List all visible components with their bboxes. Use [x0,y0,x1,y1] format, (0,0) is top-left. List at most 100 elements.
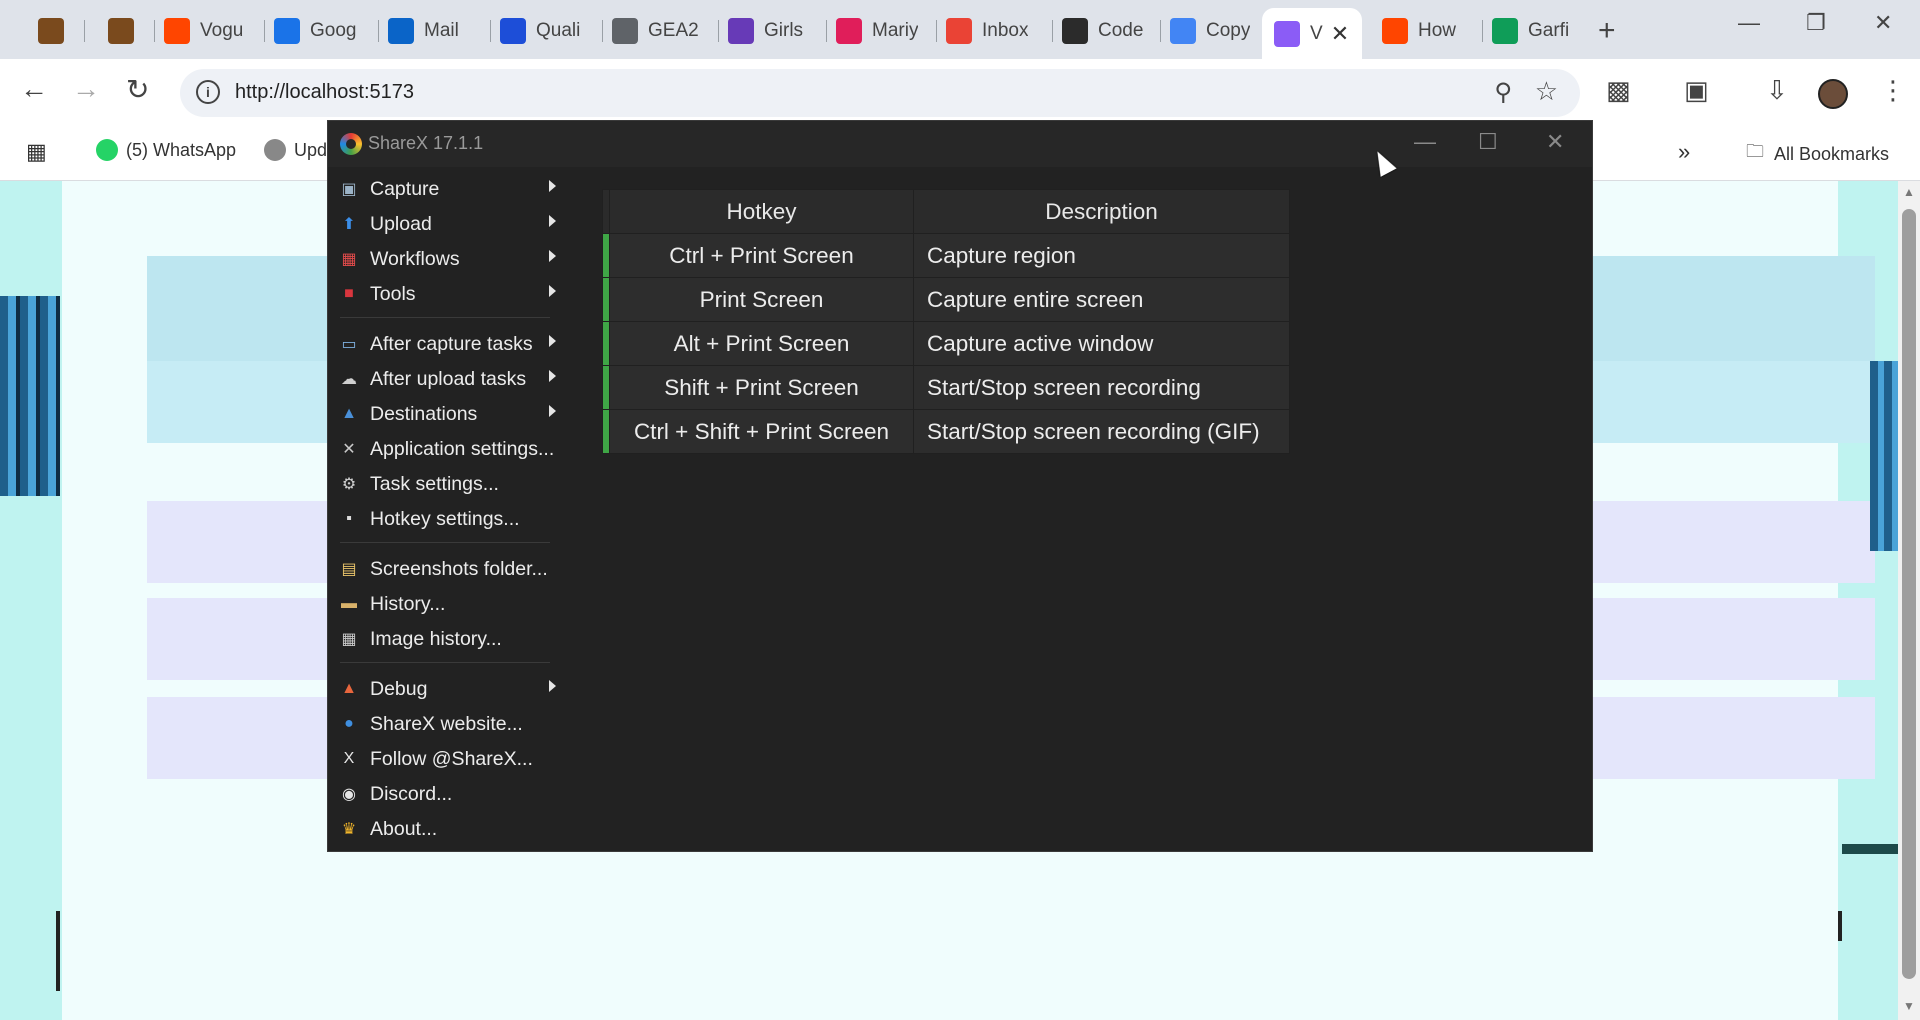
column-header-hotkey[interactable]: Hotkey [609,189,914,234]
close-window-button[interactable]: ✕ [1874,10,1892,36]
zoom-icon[interactable]: ⚲ [1494,78,1512,107]
globe-icon [612,18,638,44]
reload-button[interactable]: ↻ [126,73,149,106]
hotkey-row[interactable]: Shift + Print Screen Start/Stop screen re… [602,365,1290,410]
all-bookmarks-label: All Bookmarks [1774,143,1890,164]
browser-tab[interactable]: Garfi [1480,10,1590,52]
browser-tab[interactable]: Mariy [824,10,934,52]
menu-item-image-history[interactable]: ▦ Image history... [338,622,568,656]
minimize-window-button[interactable]: — [1738,10,1760,36]
browser-tab[interactable]: V ✕ [1262,8,1362,59]
description-cell[interactable]: Capture active window [913,321,1290,366]
tab-search-icon[interactable]: ▣ [1684,75,1709,106]
hotkey-cell[interactable]: Ctrl + Shift + Print Screen [609,409,914,454]
forward-button[interactable]: → [72,73,100,105]
description-cell[interactable]: Start/Stop screen recording [913,365,1290,410]
menu-item-label: Destinations [370,402,478,425]
menu-item-history[interactable]: ▬ History... [338,587,568,621]
menu-item-follow-sharex[interactable]: X Follow @ShareX... [338,742,568,776]
browser-tab[interactable]: Code [1050,10,1158,52]
globe-icon: ● [344,715,354,732]
menu-item-sharex-website[interactable]: ● ShareX website... [338,707,568,741]
restore-window-button[interactable]: ❐ [1806,10,1826,36]
extensions-icon[interactable]: ▩ [1606,75,1631,106]
browser-tab[interactable]: Girls [716,10,824,52]
menu-item-after-upload-tasks[interactable]: ☁ After upload tasks [338,362,568,396]
gmail-icon [946,18,972,44]
browser-tab[interactable]: Mail [376,10,488,52]
menu-item-about[interactable]: ♛ About... [338,812,568,846]
hotkey-cell[interactable]: Ctrl + Print Screen [609,233,914,278]
downloads-icon[interactable]: ⇩ [1766,75,1788,106]
scroll-up-icon[interactable]: ▲ [1903,185,1915,199]
pixel-art-decoration [0,296,60,496]
bookmark-apple[interactable]: Upd [264,139,327,161]
browser-tab[interactable] [96,10,152,52]
tab-title: Goog [310,20,357,41]
folder-icon: ▤ [341,561,357,578]
reddit-icon [1382,18,1408,44]
sharex-title-bar[interactable]: ShareX 17.1.1 — ☐ ✕ [328,121,1592,167]
menu-item-upload[interactable]: ⬆ Upload [338,207,568,241]
menu-item-destinations[interactable]: ▲ Destinations [338,397,568,431]
pixel-art-decoration [1842,844,1898,854]
menu-item-application-settings[interactable]: ✕ Application settings... [338,432,568,466]
description-cell[interactable]: Start/Stop screen recording (GIF) [913,409,1290,454]
description-cell[interactable]: Capture region [913,233,1290,278]
address-bar[interactable]: i http://localhost:5173 ⚲ ☆ [180,69,1580,117]
sharex-minimize-button[interactable]: — [1414,129,1436,155]
workflows-grid-icon: ▦ [341,251,357,268]
history-icon: ▬ [341,595,357,612]
browser-tab[interactable]: Copy [1158,10,1268,52]
bookmark-star-icon[interactable]: ☆ [1535,76,1558,107]
menu-item-discord[interactable]: ◉ Discord... [338,777,568,811]
new-tab-button[interactable]: + [1598,14,1616,48]
menu-item-screenshots-folder[interactable]: ▤ Screenshots folder... [338,552,568,586]
browser-tab[interactable]: Inbox [934,10,1050,52]
tab-title: Vogu [200,20,244,41]
browser-tab[interactable]: How [1370,10,1480,52]
sharex-close-button[interactable]: ✕ [1546,129,1564,155]
url-text[interactable]: http://localhost:5173 [235,81,414,104]
close-tab-icon[interactable]: ✕ [1331,21,1349,47]
hotkey-enabled-indicator [602,277,610,322]
browser-tab[interactable]: GEA2 [600,10,716,52]
bookmarks-overflow-button[interactable]: » [1678,139,1690,165]
tab-title: V [1310,22,1323,44]
hotkey-cell[interactable]: Alt + Print Screen [609,321,914,366]
browser-tab[interactable]: Vogu [152,10,262,52]
chrome-menu-icon[interactable]: ⋮ [1880,75,1906,106]
menu-separator [340,542,550,543]
sharex-maximize-button[interactable]: ☐ [1478,129,1498,155]
scrollbar-thumb[interactable] [1902,209,1916,979]
menu-item-capture[interactable]: ▣ Capture [338,172,568,206]
hotkey-row[interactable]: Ctrl + Print Screen Capture region [602,233,1290,278]
menu-separator [340,317,550,318]
apps-grid-icon[interactable]: ▦ [26,139,47,165]
browser-tab[interactable] [26,10,82,52]
hotkey-row[interactable]: Alt + Print Screen Capture active window [602,321,1290,366]
menu-item-tools[interactable]: ■ Tools [338,277,568,311]
site-info-icon[interactable]: i [196,80,220,104]
profile-avatar[interactable] [1818,79,1848,109]
bookmark-whatsapp[interactable]: (5) WhatsApp [96,139,236,161]
page-scrollbar[interactable]: ▲ ▼ [1898,181,1920,1020]
hotkey-row[interactable]: Ctrl + Shift + Print Screen Start/Stop sc… [602,409,1290,454]
hotkey-cell[interactable]: Print Screen [609,277,914,322]
hotkey-cell[interactable]: Shift + Print Screen [609,365,914,410]
menu-item-label: History... [370,592,446,615]
menu-item-debug[interactable]: ▲ Debug [338,672,568,706]
menu-item-task-settings[interactable]: ⚙ Task settings... [338,467,568,501]
hotkey-row[interactable]: Print Screen Capture entire screen [602,277,1290,322]
browser-tab[interactable]: Goog [262,10,376,52]
browser-tab[interactable]: Quali [488,10,600,52]
column-header-description[interactable]: Description [913,189,1290,234]
scroll-down-icon[interactable]: ▼ [1903,999,1915,1013]
description-cell[interactable]: Capture entire screen [913,277,1290,322]
tab-title: How [1418,20,1457,41]
menu-item-hotkey-settings[interactable]: ▪ Hotkey settings... [338,502,568,536]
back-button[interactable]: ← [20,73,48,105]
menu-item-after-capture-tasks[interactable]: ▭ After capture tasks [338,327,568,361]
all-bookmarks-button[interactable]: 🗀 All Bookmarks [1746,139,1889,169]
menu-item-workflows[interactable]: ▦ Workflows [338,242,568,276]
